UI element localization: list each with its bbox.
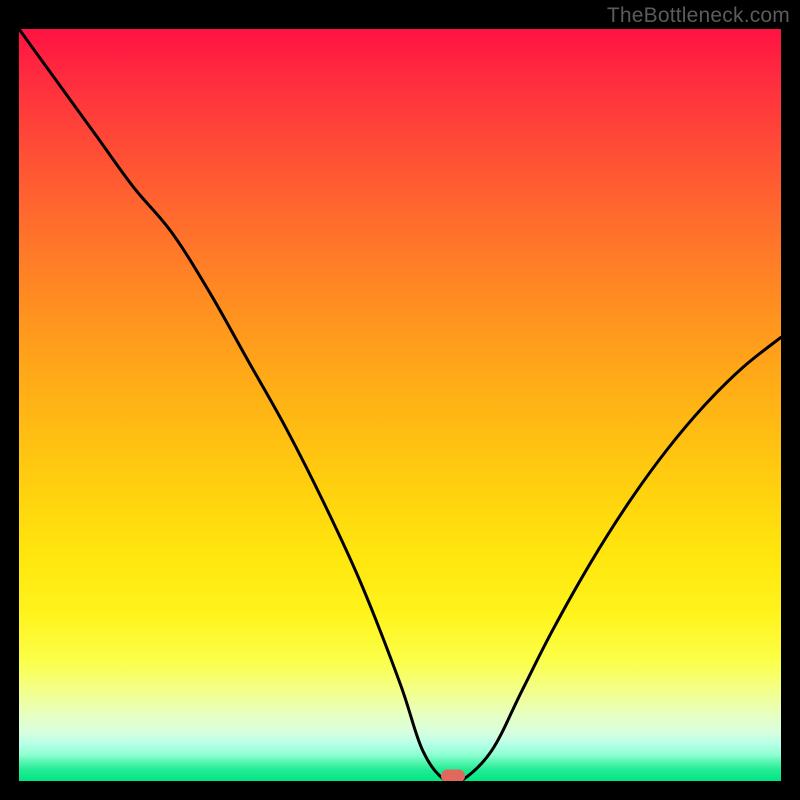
watermark-text: TheBottleneck.com xyxy=(607,4,790,28)
chart-frame: TheBottleneck.com xyxy=(0,0,800,800)
plot-area xyxy=(19,29,781,781)
optimum-marker xyxy=(441,770,465,782)
bottleneck-curve xyxy=(19,29,781,781)
